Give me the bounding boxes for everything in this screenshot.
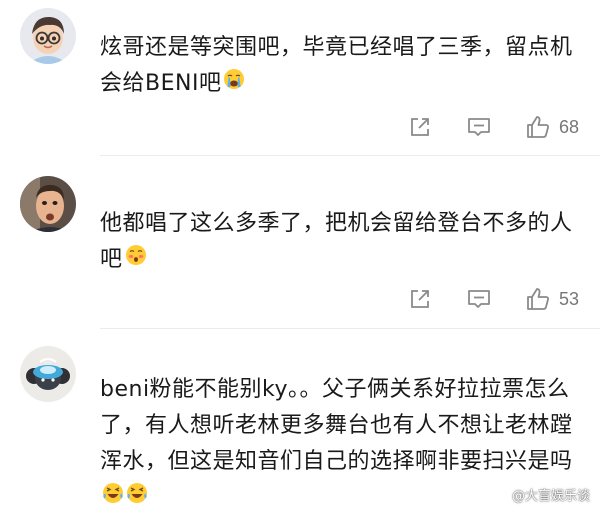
thumbs-up-icon [527, 116, 549, 138]
comment-actions: 53 [0, 282, 600, 316]
comment-body: 他都唱了这么多季了，把机会留给登台不多的人吧 [100, 211, 573, 272]
comment-body: 炫哥还是等突围吧，毕竟已经唱了三季，留点机会给BENI吧 [100, 35, 573, 96]
reply-button[interactable] [466, 110, 492, 144]
watermark-text: @大盲娱乐谈 [511, 489, 590, 504]
laughing-crying-emoji [102, 480, 124, 516]
like-button[interactable]: 53 [525, 282, 579, 316]
divider [100, 328, 600, 329]
hot-face-emoji [125, 242, 147, 278]
cartoon-boy-avatar-icon [20, 8, 76, 64]
like-button[interactable]: 68 [525, 110, 579, 144]
comment-actions: 68 [0, 110, 600, 144]
divider [100, 155, 600, 156]
watermark: @大盲娱乐谈 [512, 485, 590, 504]
crying-face-emoji [223, 66, 245, 102]
avatar[interactable] [20, 176, 76, 232]
avatar[interactable] [20, 8, 76, 64]
share-button[interactable] [408, 110, 432, 144]
comment-body: beni粉能不能别ky。。父子俩关系好拉拉票怎么了，有人想听老林更多舞台也有人不… [100, 377, 573, 474]
laughing-crying-emoji [126, 480, 148, 516]
avatar[interactable] [20, 346, 76, 402]
reply-button[interactable] [466, 282, 492, 316]
comment-text: 炫哥还是等突围吧，毕竟已经唱了三季，留点机会给BENI吧 [100, 30, 580, 102]
thumbs-up-icon [527, 288, 549, 310]
comment-text: beni粉能不能别ky。。父子俩关系好拉拉票怎么了，有人想听老林更多舞台也有人不… [100, 372, 580, 516]
man-portrait-avatar-icon [20, 176, 76, 232]
comment-icon [468, 118, 490, 136]
plush-toy-avatar-icon [20, 346, 76, 402]
share-icon [411, 118, 429, 136]
like-count: 53 [559, 288, 580, 309]
share-button[interactable] [408, 282, 432, 316]
comment-icon [468, 290, 490, 308]
comment-text: 他都唱了这么多季了，把机会留给登台不多的人吧 [100, 206, 580, 278]
like-count: 68 [559, 116, 580, 137]
share-icon [411, 290, 429, 308]
